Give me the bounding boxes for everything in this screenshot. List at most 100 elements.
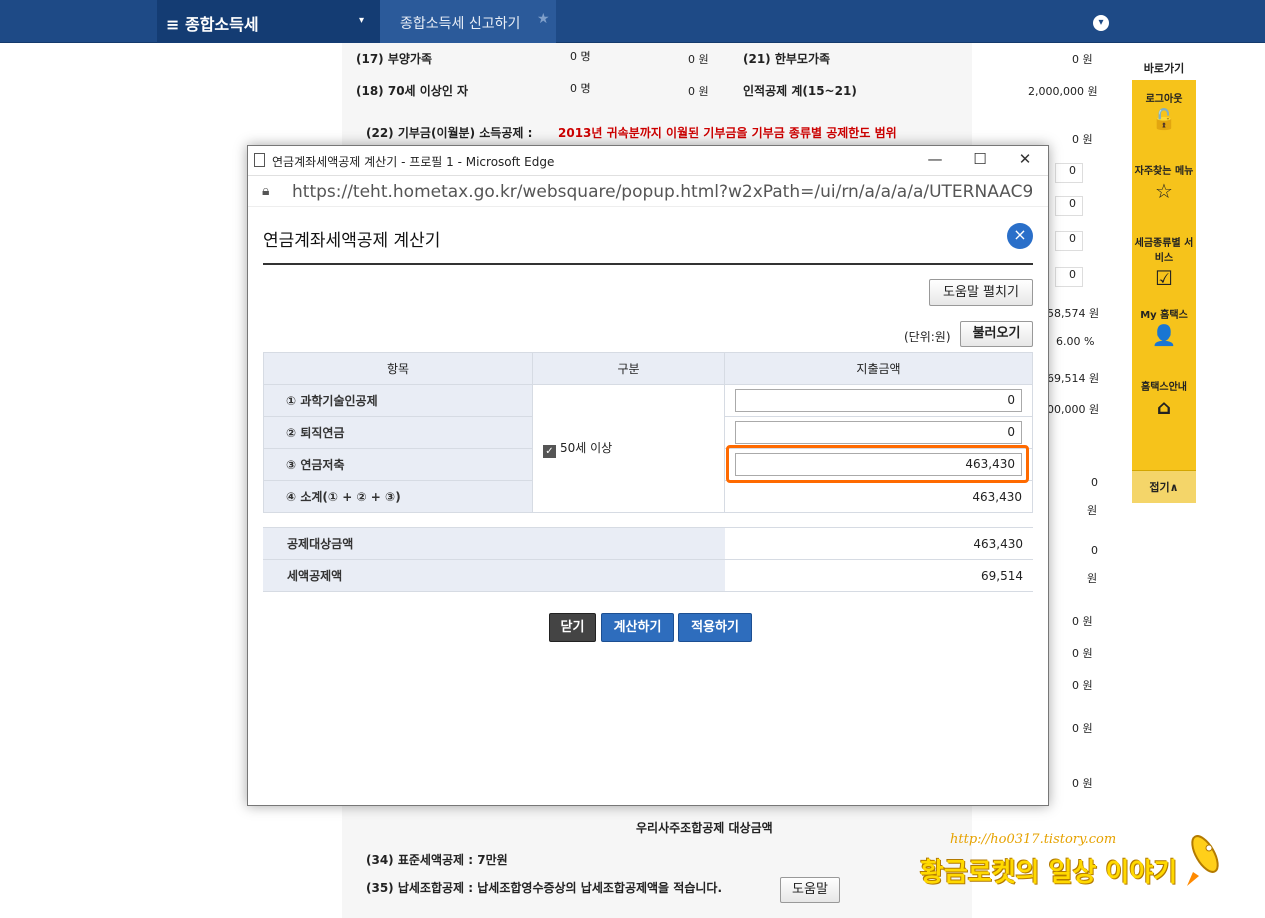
sidebar-item-hometax-guide[interactable]: 홈택스안내 ⌂ — [1132, 368, 1196, 440]
url-text[interactable]: https://teht.hometax.go.kr/websquare/pop… — [292, 182, 1032, 202]
subtotal-value: 463,430 — [724, 480, 1033, 513]
maximize-icon[interactable]: ☐ — [957, 150, 1003, 168]
row-count: 0 명 — [570, 82, 591, 95]
sidebar-item-label: 로그아웃 — [1145, 94, 1183, 105]
lock-icon: 🔒︎ — [262, 183, 270, 199]
minimize-icon[interactable]: — — [912, 150, 958, 168]
load-button[interactable]: 불러오기 — [960, 321, 1033, 347]
help-expand-button[interactable]: 도움말 펼치기 — [929, 279, 1033, 306]
retirement-pension-amount-input[interactable]: 0 — [735, 421, 1022, 444]
sidebar-item-favorites[interactable]: 자주찾는 메뉴 ☆ — [1132, 152, 1196, 224]
sidebar-panel: 로그아웃 🔓 자주찾는 메뉴 ☆ 세금종류별 서비스 ☑ My 홈택스 👤 홈택… — [1132, 80, 1196, 470]
sidebar-item-label: 자주찾는 메뉴 — [1134, 166, 1194, 177]
row-label: ③ 연금저축 — [263, 448, 533, 481]
age-category-cell: ✓ 50세 이상 — [532, 384, 725, 513]
right-value: 0 — [1091, 476, 1098, 489]
apply-button[interactable]: 적용하기 — [678, 613, 752, 642]
donation-note: 2013년 귀속분까지 이월된 기부금을 기부금 종류별 공제한도 범위 — [558, 126, 897, 140]
col-header-item: 항목 — [263, 352, 533, 385]
address-bar: 🔒︎ https://teht.hometax.go.kr/websquare/… — [248, 176, 1048, 207]
right-value[interactable]: 0 — [1055, 196, 1083, 216]
right-value: 0 원 — [1072, 647, 1093, 660]
sidebar-item-tax-services[interactable]: 세금종류별 서비스 ☑ — [1132, 224, 1196, 296]
calculate-button[interactable]: 계산하기 — [601, 613, 674, 642]
donation-label: (22) 기부금(이월분) 소득공제 : — [366, 126, 533, 140]
right-value: 58,574 원 — [1047, 307, 1100, 320]
right-value: 0 원 — [1072, 722, 1093, 735]
right-value: 6.00 % — [1056, 335, 1095, 348]
right-value: 0 — [1091, 544, 1098, 557]
unit-label: (단위:원) — [904, 330, 951, 344]
right-value: 69,514 원 — [1047, 372, 1100, 385]
highlight-box — [726, 445, 1029, 483]
age-checkbox[interactable]: ✓ — [543, 445, 556, 458]
page-icon — [254, 153, 265, 167]
top-nav-bar: ≡ 종합소득세 ▾ 종합소득세 신고하기 ★ ▾ — [0, 0, 1265, 43]
row-label: ② 퇴직연금 — [263, 416, 533, 449]
result-label: 세액공제액 — [263, 559, 725, 592]
checkbox-icon: ☑ — [1155, 266, 1173, 290]
col-header-amount: 지출금액 — [724, 352, 1033, 385]
quick-links-sidebar: 바로가기 로그아웃 🔓 자주찾는 메뉴 ☆ 세금종류별 서비스 ☑ My 홈택스… — [1132, 60, 1196, 503]
right-value: 0 원 — [1072, 679, 1093, 692]
close-button[interactable]: 닫기 — [549, 613, 596, 642]
sidebar-item-logout[interactable]: 로그아웃 🔓 — [1132, 80, 1196, 152]
row-label: ④ 소계(① + ② + ③) — [263, 480, 533, 513]
watermark-title: 황금로켓의 일상 이야기 — [920, 858, 1178, 888]
breadcrumb[interactable]: 종합소득세 신고하기 — [400, 13, 520, 33]
age-category-label: 50세 이상 — [560, 441, 613, 455]
calculator-popup-window: 연금계좌세액공제 계산기 - 프로필 1 - Microsoft Edge — … — [247, 145, 1049, 806]
calculator-dialog: 연금계좌세액공제 계산기 × 도움말 펼치기 (단위:원) 불러오기 항목 구분… — [263, 208, 1033, 642]
unlock-icon: 🔓 — [1151, 107, 1177, 131]
main-menu-button[interactable]: ≡ 종합소득세 — [166, 11, 259, 35]
amount-cell: 0 — [724, 384, 1033, 417]
table-row: ① 과학기술인공제 ✓ 50세 이상 0 — [263, 384, 1033, 513]
right-value: 원 — [1087, 504, 1098, 517]
science-tech-amount-input[interactable]: 0 — [735, 389, 1022, 412]
row-amount: 0 원 — [688, 53, 709, 66]
right-value: 0 원 — [1072, 777, 1093, 790]
watermark-url: http://ho0317.tistory.com — [950, 832, 1117, 847]
help-button[interactable]: 도움말 — [780, 877, 840, 903]
home-icon: ⌂ — [1156, 395, 1172, 419]
sidebar-item-label: My 홈택스 — [1140, 310, 1188, 321]
sidebar-item-my-hometax[interactable]: My 홈택스 👤 — [1132, 296, 1196, 368]
dialog-close-icon[interactable]: × — [1007, 223, 1033, 249]
row-label: ① 과학기술인공제 — [263, 384, 533, 417]
result-value: 463,430 — [725, 527, 1033, 560]
right-value[interactable]: 0 — [1055, 267, 1083, 287]
sidebar-fold-button[interactable]: 접기∧ — [1132, 470, 1196, 503]
row-count: 0 명 — [570, 50, 591, 63]
favorite-star-icon[interactable]: ★ — [537, 11, 550, 27]
row-amount: 2,000,000 원 — [1028, 85, 1098, 98]
star-icon: ☆ — [1155, 179, 1173, 203]
menu-dropdown-icon[interactable]: ▾ — [359, 15, 364, 26]
right-value[interactable]: 0 — [1055, 231, 1083, 251]
close-icon[interactable]: ✕ — [1002, 150, 1048, 168]
window-titlebar: 연금계좌세액공제 계산기 - 프로필 1 - Microsoft Edge — … — [248, 146, 1048, 176]
amount-cell: 0 — [724, 416, 1033, 449]
right-value[interactable]: 0 — [1055, 163, 1083, 183]
sidebar-item-label: 세금종류별 서비스 — [1134, 238, 1194, 264]
right-value: 0 원 — [1072, 615, 1093, 628]
blog-watermark: http://ho0317.tistory.com 황금로켓의 일상 이야기 — [920, 828, 1240, 898]
calculator-table: 항목 구분 지출금액 ① 과학기술인공제 ✓ 50세 이상 0 ② 퇴직연금 0 … — [263, 352, 1033, 513]
table-row: 세액공제액 69,514 — [263, 559, 1033, 592]
row-label: (18) 70세 이상인 자 — [356, 84, 469, 98]
col-header-category: 구분 — [532, 352, 725, 385]
row-label: (21) 한부모가족 — [743, 52, 831, 66]
row-amount: 0 원 — [688, 85, 709, 98]
chevron-down-icon[interactable]: ▾ — [1093, 15, 1109, 31]
table-row: 공제대상금액 463,430 — [263, 527, 1033, 560]
right-value: 00,000 원 — [1047, 403, 1100, 416]
dialog-title: 연금계좌세액공제 계산기 — [263, 208, 1033, 265]
row-label: 인적공제 계(15~21) — [743, 84, 857, 98]
result-label: 공제대상금액 — [263, 527, 725, 560]
result-table: 공제대상금액 463,430 세액공제액 69,514 — [263, 527, 1033, 592]
right-value: 0 원 — [1072, 133, 1093, 146]
row-label: (17) 부양가족 — [356, 52, 433, 66]
result-value: 69,514 — [725, 559, 1033, 592]
woori-label: 우리사주조합공제 대상금액 — [636, 821, 773, 835]
right-value: 원 — [1087, 572, 1098, 585]
sidebar-item-label: 홈택스안내 — [1141, 382, 1187, 393]
